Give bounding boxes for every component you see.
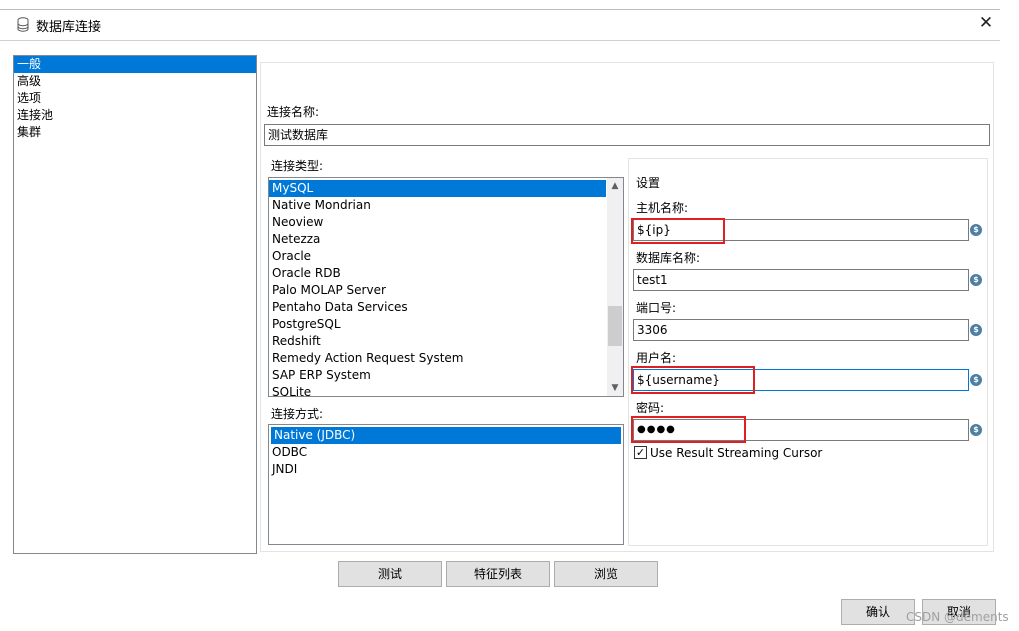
variable-icon[interactable]: $ xyxy=(970,324,982,336)
host-input[interactable]: ${ip} xyxy=(633,219,969,241)
feature-list-button[interactable]: 特征列表 xyxy=(446,561,550,587)
list-item[interactable]: Remedy Action Request System xyxy=(269,350,623,367)
settings-group xyxy=(628,158,988,546)
scroll-down-icon[interactable]: ▼ xyxy=(607,380,623,396)
connection-type-list[interactable]: MySQL Native Mondrian Neoview Netezza Or… xyxy=(268,177,624,397)
nav-item-cluster[interactable]: 集群 xyxy=(14,124,256,141)
password-input[interactable]: ●●●● xyxy=(633,419,969,441)
settings-title: 设置 xyxy=(636,176,661,190)
scroll-thumb[interactable] xyxy=(608,306,622,346)
streaming-cursor-label: Use Result Streaming Cursor xyxy=(650,446,823,460)
variable-icon[interactable]: $ xyxy=(970,424,982,436)
connection-type-scrollbar[interactable]: ▲ ▼ xyxy=(607,178,623,396)
variable-icon[interactable]: $ xyxy=(970,274,982,286)
nav-item-pooling[interactable]: 连接池 xyxy=(14,107,256,124)
list-item[interactable]: Redshift xyxy=(269,333,623,350)
list-item[interactable]: Oracle RDB xyxy=(269,265,623,282)
connection-name-input[interactable]: 测试数据库 xyxy=(264,124,990,146)
connection-type-label: 连接类型: xyxy=(271,159,324,173)
scroll-up-icon[interactable]: ▲ xyxy=(607,178,623,194)
port-label: 端口号: xyxy=(636,301,677,315)
list-item[interactable]: Neoview xyxy=(269,214,623,231)
database-input[interactable]: test1 xyxy=(633,269,969,291)
ok-button[interactable]: 确认 xyxy=(841,599,915,625)
titlebar-divider xyxy=(0,40,1000,41)
list-item[interactable]: Netezza xyxy=(269,231,623,248)
username-label: 用户名: xyxy=(636,351,677,365)
nav-item-options[interactable]: 选项 xyxy=(14,90,256,107)
database-icon xyxy=(17,17,29,32)
watermark: CSDN @dements xyxy=(906,610,1009,624)
database-label: 数据库名称: xyxy=(636,251,701,265)
password-label: 密码: xyxy=(636,401,665,415)
port-input[interactable]: 3306 xyxy=(633,319,969,341)
streaming-cursor-checkbox[interactable]: ✓ xyxy=(634,446,647,459)
list-item[interactable]: Pentaho Data Services xyxy=(269,299,623,316)
test-button[interactable]: 测试 xyxy=(338,561,442,587)
access-method-list[interactable]: Native (JDBC) ODBC JNDI xyxy=(268,424,624,545)
list-item[interactable]: ODBC xyxy=(269,444,623,461)
access-method-label: 连接方式: xyxy=(271,407,324,421)
list-item[interactable]: PostgreSQL xyxy=(269,316,623,333)
list-item[interactable]: Palo MOLAP Server xyxy=(269,282,623,299)
connection-name-label: 连接名称: xyxy=(267,105,320,119)
close-icon[interactable]: ✕ xyxy=(976,13,996,33)
variable-icon[interactable]: $ xyxy=(970,374,982,386)
list-item[interactable]: Oracle xyxy=(269,248,623,265)
variable-icon[interactable]: $ xyxy=(970,224,982,236)
host-label: 主机名称: xyxy=(636,201,689,215)
list-item[interactable]: JNDI xyxy=(269,461,623,478)
list-item[interactable]: MySQL xyxy=(269,180,606,197)
window-title: 数据库连接 xyxy=(36,20,102,35)
list-item[interactable]: Native Mondrian xyxy=(269,197,623,214)
browse-button[interactable]: 浏览 xyxy=(554,561,658,587)
username-input[interactable]: ${username} xyxy=(633,369,969,391)
nav-item-general[interactable]: 一般 xyxy=(14,56,256,73)
list-item[interactable]: SAP ERP System xyxy=(269,367,623,384)
window-top-border xyxy=(0,9,1000,10)
nav-item-advanced[interactable]: 高级 xyxy=(14,73,256,90)
list-item[interactable]: Native (JDBC) xyxy=(271,427,621,444)
list-item[interactable]: SQLite xyxy=(269,384,623,396)
category-nav: 一般 高级 选项 连接池 集群 xyxy=(13,55,257,554)
